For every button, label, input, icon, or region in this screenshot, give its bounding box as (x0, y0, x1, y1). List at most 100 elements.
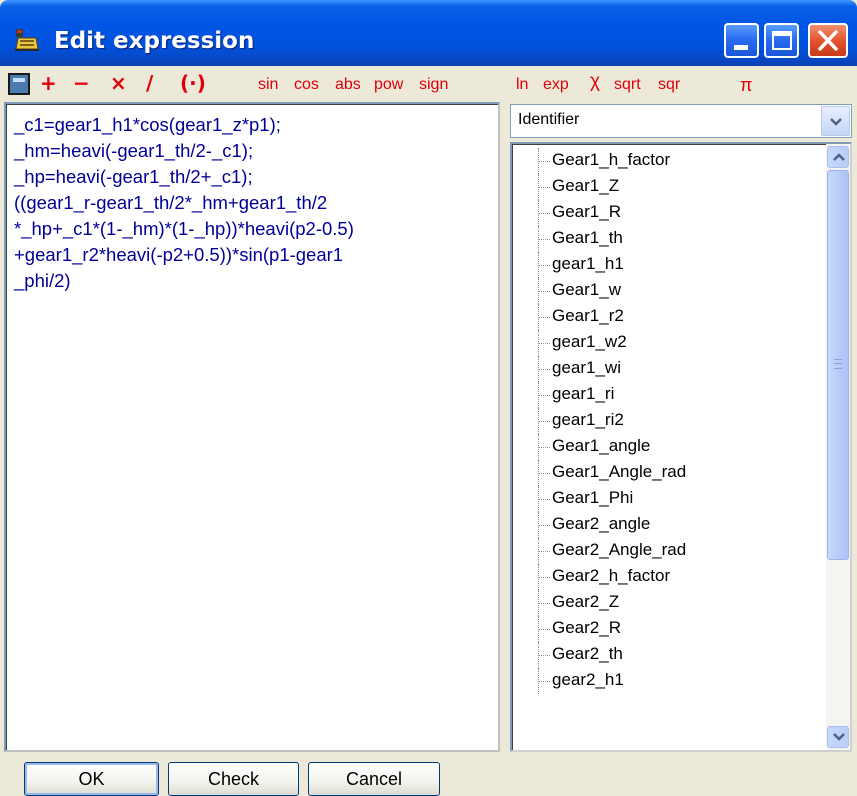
tree-item[interactable]: Gear2_Angle_rad (512, 538, 824, 564)
tree-item-label: Gear1_Phi (552, 488, 634, 507)
chi-function-button[interactable]: χ (590, 71, 600, 93)
tree-item[interactable]: Gear1_r2 (512, 304, 824, 330)
tree-item-label: gear1_ri (552, 384, 615, 403)
calculator-icon[interactable] (8, 73, 30, 95)
pow-function-button[interactable]: pow (374, 74, 403, 96)
exp-function-button[interactable]: exp (543, 74, 569, 96)
tree-connector (538, 317, 550, 318)
minimize-button[interactable] (724, 23, 759, 58)
sign-function-button[interactable]: sign (419, 74, 448, 96)
tree-item[interactable]: Gear1_th (512, 226, 824, 252)
tree-item[interactable]: Gear2_Z (512, 590, 824, 616)
identifier-tree[interactable]: Gear1_h_factor Gear1_Z Gear1_R Gear1_thgear… (510, 142, 852, 752)
grip-icon (834, 359, 842, 369)
tree-item-label: Gear1_R (552, 202, 621, 221)
check-button[interactable]: Check (168, 762, 299, 796)
parentheses-operator-button[interactable]: (·) (180, 70, 206, 96)
tree-item-label: gear1_w2 (552, 332, 627, 351)
tree-item[interactable]: Gear1_angle (512, 434, 824, 460)
tree-item-label: gear2_h1 (552, 670, 624, 689)
abs-function-button[interactable]: abs (335, 74, 361, 96)
dropdown-button[interactable] (821, 106, 850, 136)
tree-item-label: Gear1_w (552, 280, 621, 299)
tree-item[interactable]: Gear2_h_factor (512, 564, 824, 590)
scroll-up-button[interactable] (827, 146, 849, 168)
expression-text[interactable]: _c1=gear1_h1*cos(gear1_z*p1); _hm=heavi(… (14, 112, 492, 294)
tree-item[interactable]: Gear1_w (512, 278, 824, 304)
scroll-thumb[interactable] (827, 170, 849, 560)
tree-item-label: Gear2_Z (552, 592, 620, 611)
tree-item[interactable]: gear1_ri (512, 382, 824, 408)
tree-item[interactable]: Gear2_R (512, 616, 824, 642)
app-icon (15, 29, 39, 51)
scroll-down-button[interactable] (827, 726, 849, 748)
tree-item-label: Gear1_Z (552, 176, 620, 195)
tree-item-label: Gear2_Angle_rad (552, 540, 687, 559)
edit-expression-dialog: Edit expression + − × / (·) sin cos abs … (0, 0, 857, 796)
tree-item[interactable]: Gear1_Z (512, 174, 824, 200)
tree-item-label: gear1_h1 (552, 254, 624, 273)
tree-item[interactable]: gear1_h1 (512, 252, 824, 278)
sqr-function-button[interactable]: sqr (658, 74, 680, 96)
tree-item-label: Gear2_angle (552, 514, 651, 533)
ln-function-button[interactable]: ln (516, 74, 528, 96)
tree-item[interactable]: gear2_h1 (512, 668, 824, 694)
operator-toolbar: + − × / (·) sin cos abs pow sign ln exp … (0, 66, 857, 102)
window-title: Edit expression (54, 28, 255, 54)
ok-button[interactable]: OK (24, 762, 159, 796)
tree-connector (538, 473, 550, 474)
tree-connector (538, 213, 550, 214)
plus-operator-button[interactable]: + (40, 70, 57, 96)
identifier-dropdown[interactable]: Identifier (510, 104, 852, 138)
chevron-down-icon (833, 733, 845, 741)
close-icon (818, 30, 838, 51)
pi-constant-button[interactable]: π (740, 74, 752, 96)
tree-connector (538, 629, 550, 630)
divide-operator-button[interactable]: / (146, 70, 153, 96)
tree-item[interactable]: Gear1_h_factor (512, 148, 824, 174)
tree-connector (538, 551, 550, 552)
tree-connector (538, 447, 550, 448)
chevron-down-icon (830, 118, 842, 126)
tree-item-label: Gear1_r2 (552, 306, 624, 325)
maximize-icon (772, 31, 792, 50)
tree-connector (538, 499, 550, 500)
chevron-up-icon (833, 153, 845, 161)
sin-function-button[interactable]: sin (258, 74, 278, 96)
tree-connector (538, 161, 550, 162)
sqrt-function-button[interactable]: sqrt (614, 74, 641, 96)
tree-item[interactable]: gear1_wi (512, 356, 824, 382)
title-bar[interactable]: Edit expression (0, 0, 857, 66)
tree-connector (538, 239, 550, 240)
tree-item[interactable]: Gear2_angle (512, 512, 824, 538)
tree-item[interactable]: Gear2_th (512, 642, 824, 668)
tree-item-label: Gear2_h_factor (552, 566, 671, 585)
tree-connector (538, 655, 550, 656)
tree-item[interactable]: Gear1_R (512, 200, 824, 226)
close-button[interactable] (808, 23, 848, 58)
tree-connector (538, 421, 550, 422)
maximize-button[interactable] (764, 23, 799, 58)
tree-connector (538, 577, 550, 578)
tree-connector (538, 395, 550, 396)
tree-item[interactable]: Gear1_Phi (512, 486, 824, 512)
minus-operator-button[interactable]: − (73, 70, 90, 96)
tree-item-label: Gear2_th (552, 644, 623, 663)
tree-connector (538, 187, 550, 188)
tree-connector (538, 343, 550, 344)
cancel-button[interactable]: Cancel (308, 762, 440, 796)
tree-item[interactable]: Gear1_Angle_rad (512, 460, 824, 486)
tree-connector (538, 603, 550, 604)
multiply-operator-button[interactable]: × (110, 70, 127, 96)
identifier-dropdown-value: Identifier (518, 111, 580, 128)
tree-item-label: Gear1_Angle_rad (552, 462, 687, 481)
tree-item-label: Gear1_angle (552, 436, 651, 455)
vertical-scrollbar[interactable] (826, 144, 850, 750)
minimize-icon (734, 45, 748, 50)
expression-editor[interactable]: _c1=gear1_h1*cos(gear1_z*p1); _hm=heavi(… (4, 102, 500, 752)
identifier-list: Gear1_h_factor Gear1_Z Gear1_R Gear1_thgear… (512, 148, 824, 694)
tree-connector (538, 681, 550, 682)
tree-item[interactable]: gear1_w2 (512, 330, 824, 356)
tree-item[interactable]: gear1_ri2 (512, 408, 824, 434)
cos-function-button[interactable]: cos (294, 74, 319, 96)
